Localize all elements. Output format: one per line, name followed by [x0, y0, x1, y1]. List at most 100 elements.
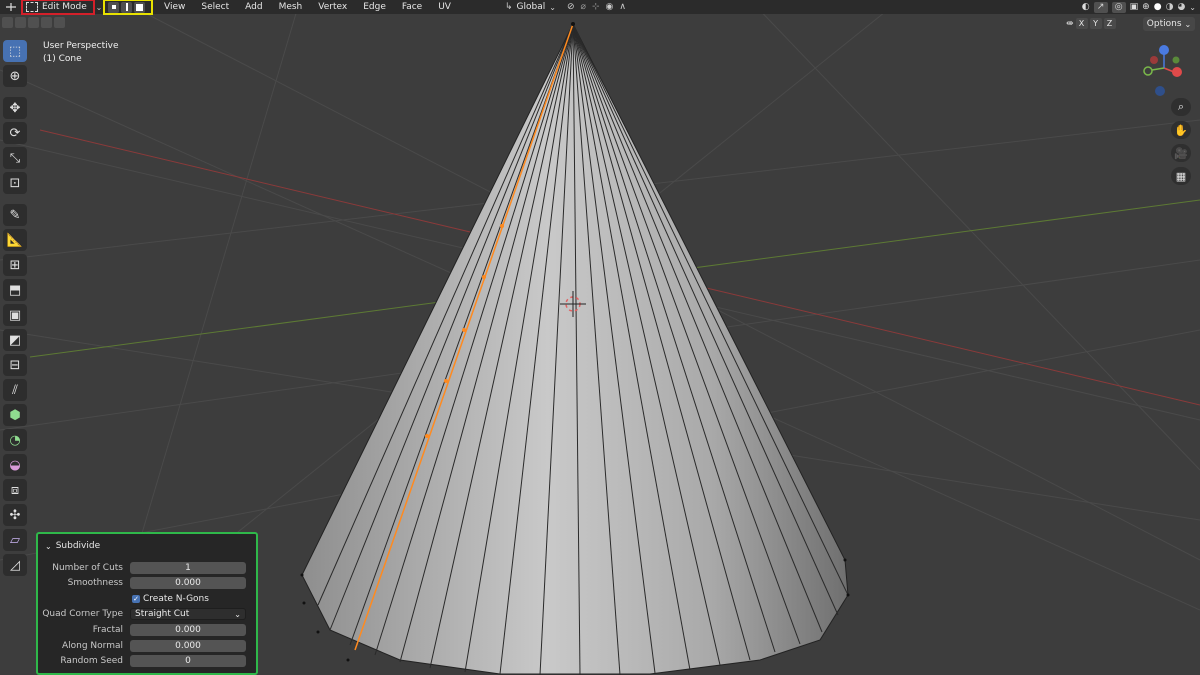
navigation-gizmo[interactable]	[1128, 40, 1194, 100]
number-of-cuts-label: Number of Cuts	[52, 563, 123, 573]
quad-corner-type-select[interactable]: Straight Cut ⌄	[130, 608, 246, 620]
snap-target-icon[interactable]: ⊹	[592, 2, 600, 12]
random-seed-field[interactable]: 0	[130, 655, 246, 667]
row-quad-corner-type: Quad Corner Type Straight Cut ⌄	[37, 608, 257, 621]
proportional-edit-icon[interactable]: ◉	[606, 2, 614, 12]
chevron-down-icon[interactable]: ⌄	[1189, 3, 1196, 12]
menu-face[interactable]: Face	[394, 0, 430, 14]
shading-wireframe-icon[interactable]: ⊕	[1142, 2, 1150, 12]
editor-type-icon	[6, 3, 16, 11]
axis-z-toggle[interactable]: Z	[1103, 18, 1116, 29]
inset-icon[interactable]: ▣	[3, 304, 27, 326]
along-normal-field[interactable]: 0.000	[130, 640, 246, 652]
edit-mode-icon	[26, 2, 38, 12]
edge-select-icon[interactable]	[121, 1, 132, 13]
smoothness-label: Smoothness	[67, 578, 123, 588]
gizmo-neg-z-icon[interactable]	[1155, 86, 1165, 96]
gizmo-neg-x-icon[interactable]	[1150, 56, 1158, 64]
pivot-icon[interactable]: ⊘	[567, 2, 575, 12]
gizmo-y-icon[interactable]	[1143, 66, 1153, 76]
add-cube-icon[interactable]: ⊞	[3, 254, 27, 276]
select-mode-group	[103, 0, 153, 15]
poly-build-icon[interactable]: ⬢	[3, 404, 27, 426]
rip-icon[interactable]: ◿	[3, 554, 27, 576]
quad-corner-type-value: Straight Cut	[135, 609, 190, 619]
vertex-select-icon[interactable]	[108, 1, 119, 13]
visibility-icon[interactable]: ◐	[1082, 2, 1090, 12]
options-button[interactable]: Options ⌄	[1143, 17, 1195, 31]
camera-icon[interactable]: 🎥	[1171, 144, 1191, 162]
snap-icon[interactable]: ⌀	[581, 2, 586, 12]
gizmo-neg-y-icon[interactable]	[1172, 56, 1180, 64]
mirror-icon: ⇼	[1066, 18, 1074, 29]
scale-icon[interactable]: ⤡	[3, 147, 27, 169]
chevron-down-icon: ⌄	[1184, 19, 1192, 29]
loop-cut-icon[interactable]: ⊟	[3, 354, 27, 376]
menu-mesh[interactable]: Mesh	[271, 0, 311, 14]
shading-solid-icon[interactable]: ●	[1154, 2, 1162, 12]
menu-add[interactable]: Add	[237, 0, 270, 14]
gizmo-toggle-icon[interactable]: ↗	[1093, 1, 1108, 13]
snapping-controls: ⊘ ⌀ ⊹ ◉ ∧	[567, 0, 626, 14]
face-select-icon[interactable]	[134, 1, 145, 13]
mirror-axes: ⇼ X Y Z	[1066, 18, 1116, 29]
falloff-icon[interactable]: ∧	[619, 2, 626, 12]
annotate-icon[interactable]: ✎	[3, 204, 27, 226]
shading-rendered-icon[interactable]: ◕	[1177, 2, 1185, 12]
header-menus: View Select Add Mesh Vertex Edge Face UV	[156, 0, 459, 14]
bevel-icon[interactable]: ◩	[3, 329, 27, 351]
axis-x-toggle[interactable]: X	[1075, 18, 1088, 29]
overlays-icon[interactable]: ◎	[1111, 1, 1126, 13]
menu-uv[interactable]: UV	[430, 0, 459, 14]
header-right: ◐ ↗ ◎ ▣ ⊕ ● ◑ ◕ ⌄	[1082, 0, 1196, 14]
edge-slide-icon[interactable]: ⧈	[3, 479, 27, 501]
editor-type-button[interactable]	[0, 0, 22, 14]
chevron-down-icon: ⌄	[549, 2, 556, 12]
cursor-icon[interactable]: ⊕	[3, 65, 27, 87]
smooth-icon[interactable]: ◒	[3, 454, 27, 476]
mode-dropdown-arrow[interactable]: ⌄	[94, 0, 104, 14]
menu-select[interactable]: Select	[193, 0, 237, 14]
spin-icon[interactable]: ◔	[3, 429, 27, 451]
shear-icon[interactable]: ▱	[3, 529, 27, 551]
measure-icon[interactable]: 📐	[3, 229, 27, 251]
shrink-fatten-icon[interactable]: ✣	[3, 504, 27, 526]
shading-material-icon[interactable]: ◑	[1166, 2, 1174, 12]
fractal-label: Fractal	[92, 625, 123, 635]
smoothness-field[interactable]: 0.000	[130, 577, 246, 589]
mode-selector[interactable]: Edit Mode	[21, 0, 95, 15]
panel-header[interactable]: ⌄ Subdivide	[45, 541, 100, 551]
zoom-icon[interactable]: ⌕	[1171, 98, 1191, 116]
transform-orientation[interactable]: ↳ Global ⌄	[505, 0, 556, 14]
move-icon[interactable]: ✥	[3, 97, 27, 119]
invert-selection-icon[interactable]	[41, 16, 52, 28]
gizmo-x-icon[interactable]	[1172, 67, 1182, 77]
menu-edge[interactable]: Edge	[355, 0, 394, 14]
number-of-cuts-field[interactable]: 1	[130, 562, 246, 574]
subtract-selection-icon[interactable]	[28, 16, 39, 28]
set-new-selection-icon[interactable]	[2, 16, 13, 28]
quad-corner-type-label: Quad Corner Type	[42, 609, 123, 619]
menu-vertex[interactable]: Vertex	[310, 0, 355, 14]
subdivide-operator-panel: ⌄ Subdivide Number of Cuts 1 Smoothness …	[36, 532, 258, 675]
rotate-icon[interactable]: ⟳	[3, 122, 27, 144]
chevron-down-icon: ⌄	[234, 610, 241, 619]
fractal-field[interactable]: 0.000	[130, 624, 246, 636]
pan-hand-icon[interactable]: ✋	[1171, 121, 1191, 139]
knife-icon[interactable]: ⫽	[3, 379, 27, 401]
mode-label: Edit Mode	[42, 2, 87, 12]
axis-y-toggle[interactable]: Y	[1089, 18, 1102, 29]
xray-icon[interactable]: ▣	[1130, 2, 1139, 12]
create-ngons-checkbox[interactable]: ✓	[132, 595, 140, 603]
extrude-icon[interactable]: ⬒	[3, 279, 27, 301]
select-box-icon[interactable]: ⬚	[3, 40, 27, 62]
gizmo-z-icon[interactable]	[1159, 45, 1169, 55]
row-fractal: Fractal 0.000	[37, 624, 257, 637]
create-ngons-label[interactable]: Create N-Gons	[143, 594, 209, 604]
grid-view-icon[interactable]: ▦	[1171, 167, 1191, 185]
intersect-selection-icon[interactable]	[54, 16, 65, 28]
row-along-normal: Along Normal 0.000	[37, 640, 257, 653]
transform-icon[interactable]: ⊡	[3, 172, 27, 194]
menu-view[interactable]: View	[156, 0, 193, 14]
extend-selection-icon[interactable]	[15, 16, 26, 28]
